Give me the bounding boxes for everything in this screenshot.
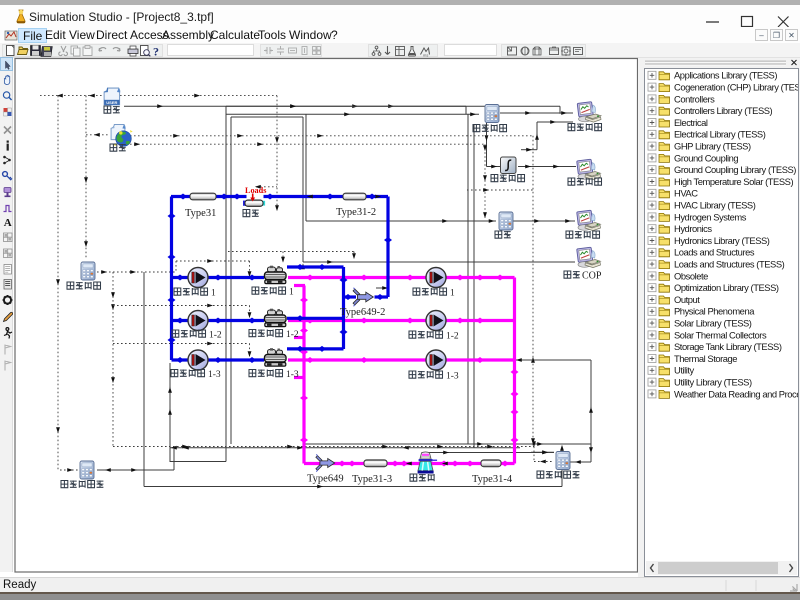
svg-text:Type31: Type31 bbox=[185, 208, 216, 219]
svg-text:1: 1 bbox=[289, 288, 294, 298]
svg-text:1-3: 1-3 bbox=[286, 370, 299, 380]
svg-text:Ground Coupling: Ground Coupling bbox=[674, 152, 738, 163]
svg-text:Type31-2: Type31-2 bbox=[336, 207, 376, 218]
svg-text:Electrical: Electrical bbox=[674, 117, 708, 128]
svg-text:Hydronics Library (TESS): Hydronics Library (TESS) bbox=[674, 235, 770, 246]
svg-text:GHP Library (TESS): GHP Library (TESS) bbox=[674, 141, 751, 152]
svg-text:Solar Thermal Collectors: Solar Thermal Collectors bbox=[674, 329, 767, 340]
svg-text:Optimization Library (TESS): Optimization Library (TESS) bbox=[674, 282, 779, 293]
svg-text:High Temperature Solar (TESS): High Temperature Solar (TESS) bbox=[674, 176, 793, 187]
svg-text:Cogeneration (CHP) Library (TE: Cogeneration (CHP) Library (TESS) bbox=[674, 82, 798, 93]
svg-text:Ground Coupling Library (TESS): Ground Coupling Library (TESS) bbox=[674, 164, 796, 175]
svg-text:Controllers Library (TESS): Controllers Library (TESS) bbox=[674, 105, 773, 116]
svg-text:Type649: Type649 bbox=[307, 474, 344, 485]
svg-text:Loads and Structures: Loads and Structures bbox=[674, 247, 755, 258]
svg-text:Obsolete: Obsolete bbox=[674, 270, 708, 281]
svg-text:1-2: 1-2 bbox=[209, 331, 222, 341]
svg-text:1: 1 bbox=[450, 289, 455, 299]
svg-text:?: ? bbox=[153, 45, 159, 59]
svg-text:Weather Data Reading and Proce: Weather Data Reading and Process bbox=[674, 388, 798, 399]
svg-text:USER: USER bbox=[106, 100, 117, 105]
svg-text:HVAC Library (TESS): HVAC Library (TESS) bbox=[674, 200, 756, 211]
svg-text:HVAC: HVAC bbox=[674, 188, 698, 199]
svg-text:Type31-4: Type31-4 bbox=[472, 474, 513, 485]
svg-text:Applications Library (TESS): Applications Library (TESS) bbox=[674, 70, 777, 81]
svg-text:Solar Library (TESS): Solar Library (TESS) bbox=[674, 318, 752, 329]
svg-text:Type31-3: Type31-3 bbox=[352, 474, 392, 485]
svg-text:Hydronics: Hydronics bbox=[674, 223, 712, 234]
svg-text:Physical Phenomena: Physical Phenomena bbox=[674, 306, 755, 317]
svg-text:Hydrogen Systems: Hydrogen Systems bbox=[674, 211, 747, 222]
svg-text:Utility Library (TESS): Utility Library (TESS) bbox=[674, 377, 752, 388]
svg-text:Loads: Loads bbox=[245, 186, 266, 195]
svg-text:Thermal Storage: Thermal Storage bbox=[674, 353, 737, 364]
svg-text:Utility: Utility bbox=[674, 365, 695, 376]
svg-text:1-2: 1-2 bbox=[286, 330, 299, 340]
svg-text:Electrical Library (TESS): Electrical Library (TESS) bbox=[674, 129, 766, 140]
svg-text:Controllers: Controllers bbox=[674, 93, 715, 104]
svg-text:Storage Tank Library (TESS): Storage Tank Library (TESS) bbox=[674, 341, 782, 352]
svg-text:COP: COP bbox=[582, 271, 602, 282]
svg-text:Loads and Structures (TESS): Loads and Structures (TESS) bbox=[674, 259, 785, 270]
svg-text:1-3: 1-3 bbox=[208, 370, 221, 380]
svg-text:Output: Output bbox=[674, 294, 700, 305]
svg-text:1: 1 bbox=[211, 289, 216, 299]
svg-text:1-2: 1-2 bbox=[446, 332, 459, 342]
svg-text:A: A bbox=[4, 217, 12, 229]
svg-text:1-3: 1-3 bbox=[446, 372, 459, 382]
svg-text:Type649-2: Type649-2 bbox=[340, 307, 385, 318]
